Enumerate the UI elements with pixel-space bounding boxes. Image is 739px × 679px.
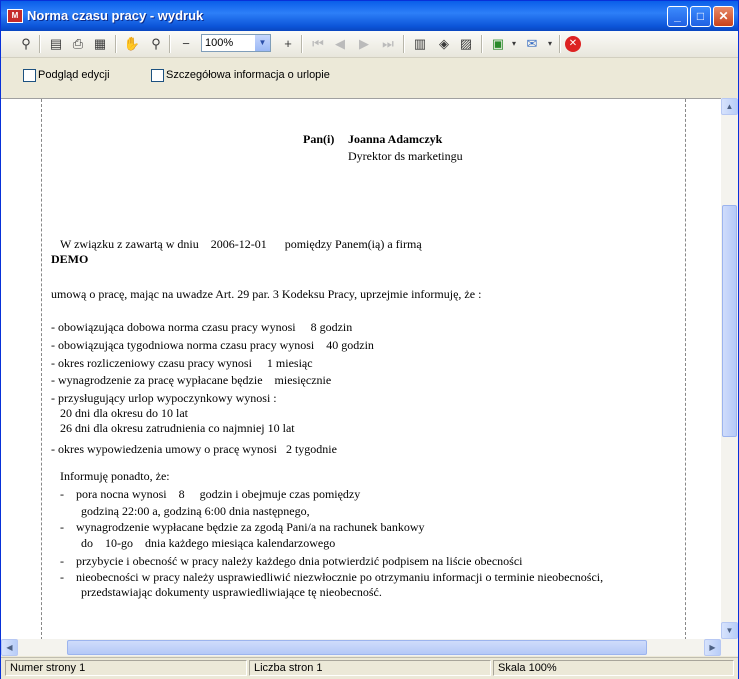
print-icon[interactable]: ⎙ bbox=[69, 35, 87, 53]
watermark-icon[interactable]: ▨ bbox=[457, 35, 475, 53]
company-name: DEMO bbox=[51, 252, 89, 266]
print-setup-icon[interactable]: ▦ bbox=[91, 35, 109, 53]
scroll-up-icon[interactable]: ▲ bbox=[721, 98, 738, 115]
list-item: - obowiązująca tygodniowa norma czasu pr… bbox=[51, 338, 374, 352]
close-button[interactable]: ✕ bbox=[713, 6, 734, 27]
status-bar: Numer strony 1 Liczba stron 1 Skala 100% bbox=[1, 657, 738, 679]
minimize-button[interactable]: _ bbox=[667, 6, 688, 27]
first-page-icon[interactable]: ⏮ bbox=[309, 35, 327, 53]
list-item: - okres rozliczeniowy czasu pracy wynosi… bbox=[51, 356, 313, 370]
close-preview-icon[interactable]: ✕ bbox=[565, 36, 581, 52]
intro-line: W związku z zawartą w dniu 2006-12-01 po… bbox=[60, 237, 422, 251]
edit-preview-checkbox[interactable] bbox=[23, 69, 36, 82]
document-preview[interactable]: Pan(i) Joanna Adamczyk Dyrektor ds marke… bbox=[1, 98, 721, 640]
email-dropdown-icon[interactable]: ▾ bbox=[541, 35, 559, 53]
options-panel: Podgląd edycji Szczegółowa informacja o … bbox=[1, 58, 738, 98]
maximize-button[interactable]: □ bbox=[690, 6, 711, 27]
status-page-number: Numer strony 1 bbox=[5, 660, 247, 676]
title-bar[interactable]: M Norma czasu pracy - wydruk _ □ ✕ bbox=[1, 1, 738, 31]
list-item: 20 dni dla okresu do 10 lat bbox=[51, 406, 188, 420]
list-item: - obowiązująca dobowa norma czasu pracy … bbox=[51, 320, 353, 334]
toolbar-separator bbox=[403, 35, 405, 53]
list-item: 26 dni dla okresu zatrudnienia co najmni… bbox=[51, 421, 295, 435]
vertical-scroll-thumb[interactable] bbox=[722, 205, 737, 437]
list-item: - wynagrodzenie za pracę wypłacane będzi… bbox=[51, 373, 332, 387]
prev-page-icon[interactable]: ◀ bbox=[331, 35, 349, 53]
chevron-down-icon[interactable]: ▼ bbox=[255, 35, 270, 51]
page-margin-right bbox=[685, 99, 686, 640]
export-dropdown-icon[interactable]: ▾ bbox=[505, 35, 523, 53]
contract-line: umową o pracę, mając na uwadze Art. 29 p… bbox=[51, 287, 482, 301]
toolbar-separator bbox=[301, 35, 303, 53]
leave-info-label[interactable]: Szczegółowa informacja o urlopie bbox=[166, 69, 330, 81]
next-page-icon[interactable]: ▶ bbox=[355, 35, 373, 53]
list-item: do 10-go dnia każdego miesiąca kalendarz… bbox=[60, 536, 336, 550]
list-item: - wynagrodzenie wypłacane będzie za zgod… bbox=[60, 520, 425, 534]
hand-icon[interactable]: ✋ bbox=[123, 35, 141, 53]
scroll-right-icon[interactable]: ▶ bbox=[704, 639, 721, 656]
list-item: - nieobecności w pracy należy usprawiedl… bbox=[60, 570, 604, 584]
additional-heading: Informuję ponadto, że: bbox=[60, 469, 170, 483]
toolbar-separator bbox=[169, 35, 171, 53]
toolbar-separator bbox=[481, 35, 483, 53]
multipage-icon[interactable]: ▥ bbox=[411, 35, 429, 53]
list-item: przedstawiając dokumenty usprawiedliwiaj… bbox=[60, 585, 382, 599]
page-setup-icon[interactable]: ▤ bbox=[47, 35, 65, 53]
horizontal-scroll-thumb[interactable] bbox=[67, 640, 647, 655]
zoom-combo[interactable]: 100% ▼ bbox=[201, 34, 271, 52]
list-item: - przybycie i obecność w pracy należy ka… bbox=[60, 554, 523, 568]
binoculars-icon[interactable]: ⚲ bbox=[17, 35, 35, 53]
list-item: godziną 22:00 a, godziną 6:00 dnia nastę… bbox=[60, 504, 310, 518]
horizontal-scrollbar[interactable]: ◀ ▶ bbox=[1, 639, 738, 656]
toolbar: ⚲ ▤ ⎙ ▦ ✋ ⚲ − + ⏮ ◀ ▶ ⏭ ▥ ◈ ▨ ▣ ▾ ✉ ▾ ✕ bbox=[1, 31, 738, 58]
status-page-count: Liczba stron 1 bbox=[249, 660, 491, 676]
scroll-down-icon[interactable]: ▼ bbox=[721, 622, 738, 639]
leave-info-checkbox[interactable] bbox=[151, 69, 164, 82]
toolbar-separator bbox=[39, 35, 41, 53]
list-item: - okres wypowiedzenia umowy o pracę wyno… bbox=[51, 442, 337, 456]
list-item: - przysługujący urlop wypoczynkowy wynos… bbox=[51, 391, 277, 405]
toolbar-separator bbox=[115, 35, 117, 53]
zoom-out-icon[interactable]: − bbox=[177, 35, 195, 53]
recipient-prefix: Pan(i) bbox=[303, 132, 335, 146]
recipient-title: Dyrektor ds marketingu bbox=[348, 149, 463, 163]
list-item: - pora nocna wynosi 8 godzin i obejmuje … bbox=[60, 487, 361, 501]
email-icon[interactable]: ✉ bbox=[523, 35, 541, 53]
last-page-icon[interactable]: ⏭ bbox=[379, 35, 397, 53]
zoom-in-icon[interactable]: + bbox=[279, 35, 297, 53]
print-preview-window: M Norma czasu pracy - wydruk _ □ ✕ ⚲ ▤ ⎙… bbox=[0, 0, 739, 679]
zoom-value: 100% bbox=[205, 37, 234, 49]
recipient-name: Joanna Adamczyk bbox=[348, 132, 443, 146]
background-icon[interactable]: ◈ bbox=[435, 35, 453, 53]
vertical-scrollbar[interactable]: ▲ ▼ bbox=[721, 98, 738, 639]
status-scale: Skala 100% bbox=[493, 660, 734, 676]
zoom-icon[interactable]: ⚲ bbox=[147, 35, 165, 53]
window-title: Norma czasu pracy - wydruk bbox=[27, 8, 204, 23]
edit-preview-label[interactable]: Podgląd edycji bbox=[38, 69, 110, 81]
toolbar-separator bbox=[559, 35, 561, 53]
scroll-left-icon[interactable]: ◀ bbox=[1, 639, 18, 656]
page-margin-left bbox=[41, 99, 42, 640]
app-icon: M bbox=[7, 9, 23, 23]
